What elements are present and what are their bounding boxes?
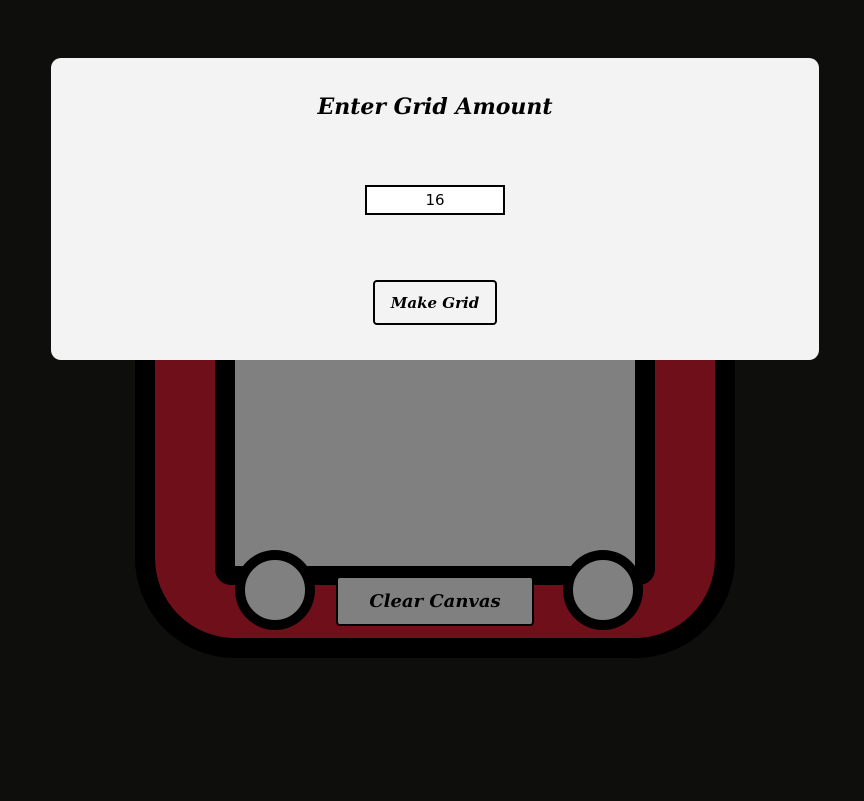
make-grid-button[interactable]: Make Grid xyxy=(373,280,497,325)
clear-canvas-button[interactable]: Clear Canvas xyxy=(336,576,534,626)
right-knob xyxy=(563,550,643,630)
left-knob xyxy=(235,550,315,630)
modal-title: Enter Grid Amount xyxy=(317,94,553,120)
grid-amount-modal: Enter Grid Amount Make Grid xyxy=(51,58,819,360)
grid-amount-input[interactable] xyxy=(365,185,505,215)
